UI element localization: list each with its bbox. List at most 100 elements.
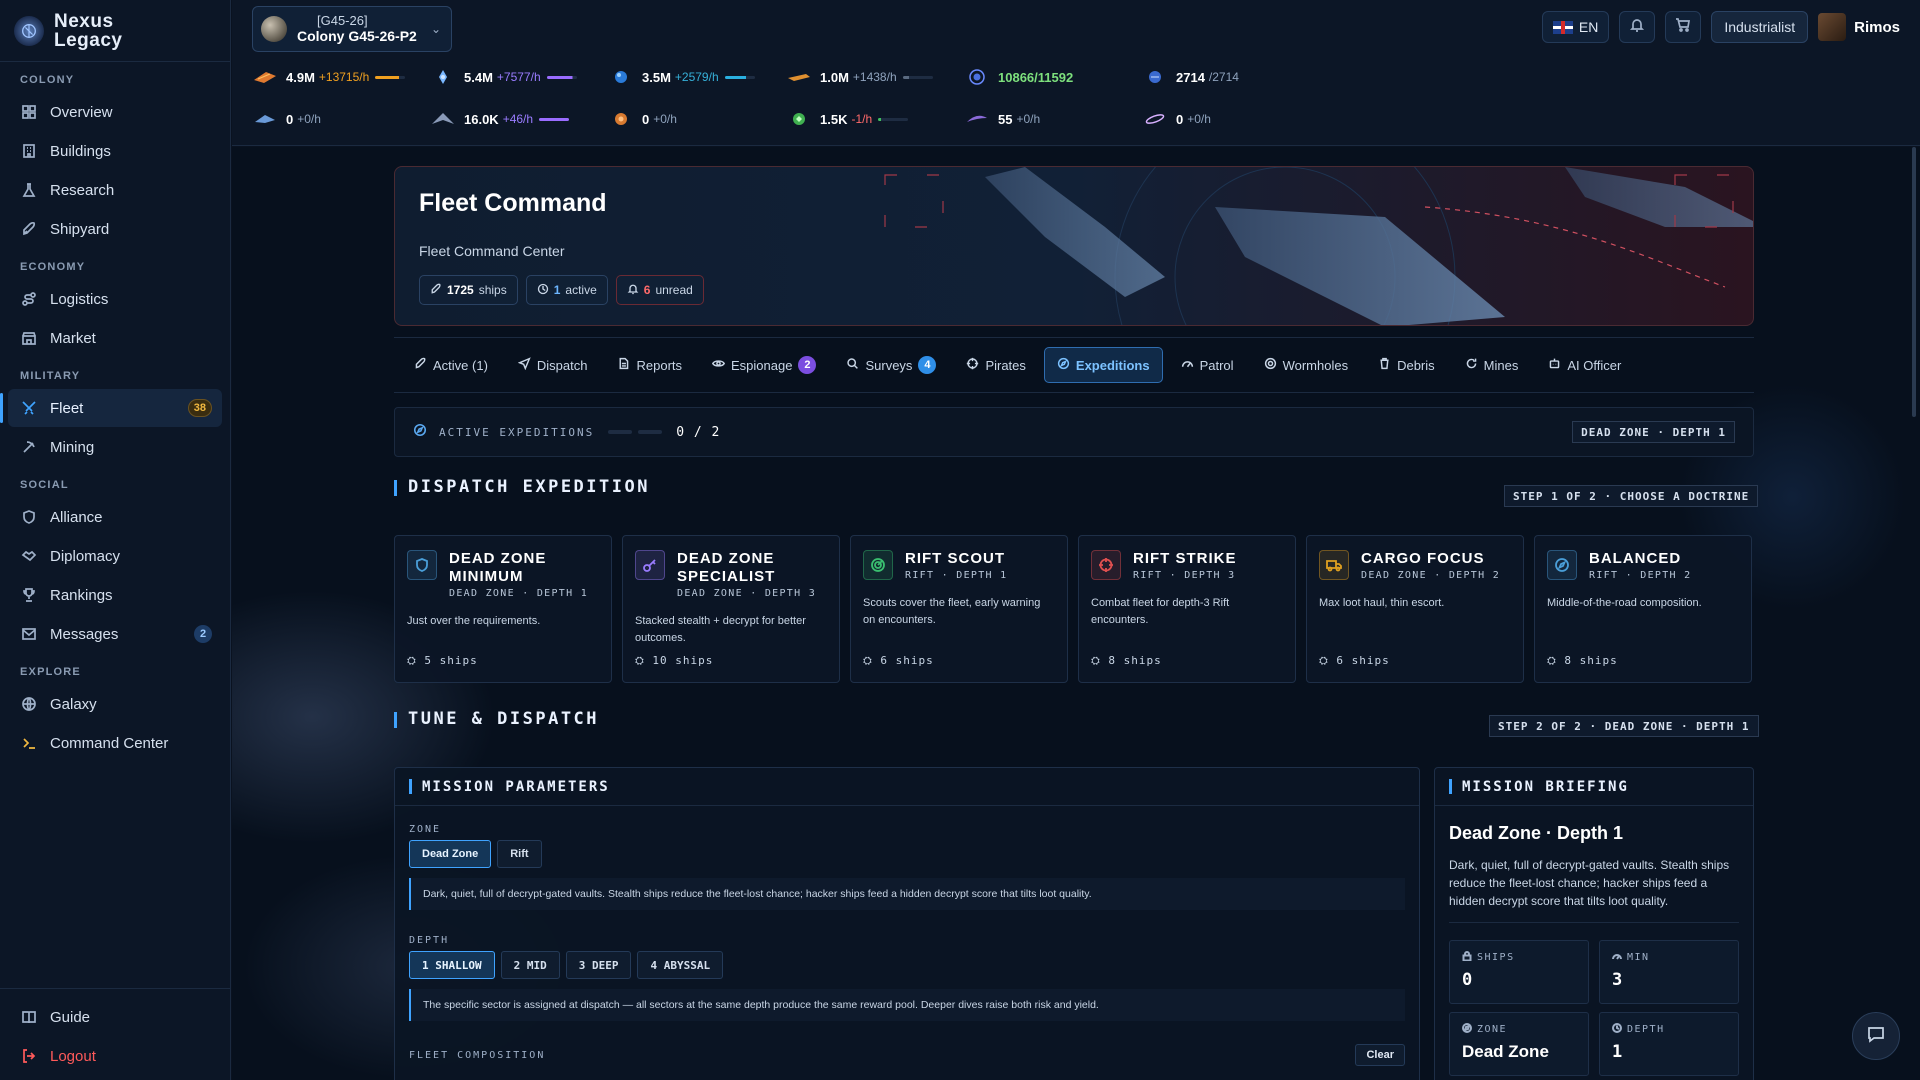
doctrine-card[interactable]: DEAD ZONE MINIMUM DEAD ZONE · DEPTH 1 Just… [394, 535, 612, 683]
sidebar-item-market[interactable]: Market [8, 319, 222, 357]
doctrine-card[interactable]: BALANCED RIFT · DEPTH 2 Middle-of-the-road… [1534, 535, 1752, 683]
tab-patrol[interactable]: Patrol [1169, 347, 1246, 383]
nav-section-social: SOCIAL [20, 479, 69, 491]
notifications-button[interactable] [1619, 11, 1656, 43]
sidebar-item-buildings[interactable]: Buildings [8, 132, 222, 170]
resource-metal: 4.9M +13715/h [252, 68, 430, 86]
briefing-description: Dark, quiet, full of decrypt-gated vault… [1449, 856, 1739, 923]
dark-matter-icon [964, 110, 990, 128]
doctrine-card[interactable]: RIFT STRIKE RIFT · DEPTH 3 Combat fleet fo… [1078, 535, 1296, 683]
clear-button[interactable]: Clear [1355, 1044, 1405, 1066]
tab-ai-officer[interactable]: AI Officer [1536, 347, 1633, 383]
sidebar-item-galaxy[interactable]: Galaxy [8, 685, 222, 723]
relic-icon [1142, 110, 1168, 128]
zone-option-rift[interactable]: Rift [497, 840, 542, 868]
topbar-actions: EN Industrialist Rimos [1541, 11, 1900, 43]
tab-debris[interactable]: Debris [1366, 347, 1447, 383]
terminal-icon [20, 734, 38, 752]
resource-fighter: 16.0K +46/h [430, 110, 608, 128]
sidebar-item-overview[interactable]: Overview [8, 93, 222, 131]
sidebar-item-guide[interactable]: Guide [8, 998, 222, 1036]
doctrine-ships: ⛭ 8 ships [1547, 654, 1618, 667]
resource-relic: 0 +0/h [1142, 110, 1320, 128]
sidebar-item-mining[interactable]: Mining [8, 428, 222, 466]
clock-icon [1612, 1023, 1622, 1036]
language-selector[interactable]: EN [1541, 11, 1610, 43]
sidebar-item-shipyard[interactable]: Shipyard [8, 210, 222, 248]
surveys-badge: 4 [918, 356, 937, 374]
route-icon [20, 290, 38, 308]
sidebar-item-logistics[interactable]: Logistics [8, 280, 222, 318]
resource-rate: -1/h [851, 112, 873, 126]
depth-option-2[interactable]: 2 MID [500, 951, 560, 979]
dispatch-expedition-title: DISPATCH EXPEDITION [394, 477, 650, 497]
sidebar-item-messages[interactable]: Messages 2 [8, 615, 222, 653]
sidebar-item-label: Research [50, 181, 115, 199]
tab-active[interactable]: Active (1) [402, 347, 500, 383]
tab-expeditions[interactable]: Expeditions [1043, 347, 1163, 383]
sidebar-item-fleet[interactable]: Fleet 38 [0, 389, 222, 427]
resource-rate: +0/h [653, 112, 677, 126]
tab-surveys[interactable]: Surveys 4 [834, 347, 948, 383]
sidebar-item-logout[interactable]: Logout [8, 1037, 222, 1075]
colony-selector[interactable]: [G45-26] Colony G45-26-P2 ⌄ [252, 6, 452, 52]
scrollbar[interactable] [1912, 147, 1916, 417]
tab-pirates[interactable]: Pirates [954, 347, 1037, 383]
doctrine-card[interactable]: CARGO FOCUS DEAD ZONE · DEPTH 2 Max loot h… [1306, 535, 1524, 683]
resource-amount: 3.5M [642, 69, 671, 85]
sidebar-item-label: Guide [50, 1008, 91, 1026]
tab-wormholes[interactable]: Wormholes [1252, 347, 1361, 383]
tab-espionage[interactable]: Espionage 2 [700, 347, 828, 383]
sidebar-item-label: Alliance [50, 508, 103, 526]
sidebar-item-diplomacy[interactable]: Diplomacy [8, 537, 222, 575]
zone-option-dead-zone[interactable]: Dead Zone [409, 840, 492, 868]
sidebar: Nexus Legacy COLONY Overview Buildings R… [0, 0, 231, 1080]
cart-button[interactable] [1665, 11, 1702, 43]
resource-amount: 2714 [1176, 69, 1205, 85]
app-logo[interactable]: Nexus Legacy [0, 0, 230, 62]
role-button[interactable]: Industrialist [1711, 11, 1809, 43]
sidebar-item-command-center[interactable]: Command Center [8, 724, 222, 762]
user-menu[interactable]: Rimos [1818, 13, 1900, 41]
eye-icon [712, 357, 726, 373]
tab-mines[interactable]: Mines [1453, 347, 1531, 383]
resource-amount: 55 [998, 111, 1013, 127]
mission-briefing-panel: MISSION BRIEFING Dead Zone · Depth 1 Dar… [1434, 767, 1754, 1080]
resource-amount: 0 [1176, 111, 1184, 127]
depth-option-1[interactable]: 1 SHALLOW [409, 951, 495, 979]
resource-rate: +13715/h [318, 70, 370, 84]
tab-dispatch[interactable]: Dispatch [506, 347, 600, 383]
chat-button[interactable] [1852, 1012, 1900, 1060]
deuterium-icon [608, 68, 634, 86]
active-pill: 1 active [525, 275, 608, 305]
colony-code: [G45-26] [317, 13, 368, 28]
sidebar-item-alliance[interactable]: Alliance [8, 498, 222, 536]
gauge-icon [1181, 357, 1194, 373]
fleet-composition-label: FLEET COMPOSITION [409, 1050, 546, 1061]
sidebar-item-rankings[interactable]: Rankings [8, 576, 222, 614]
nav-section-economy: ECONOMY [20, 261, 86, 273]
doctrine-card[interactable]: DEAD ZONE SPECIALIST DEAD ZONE · DEPTH 3 S… [622, 535, 840, 683]
depth-option-4[interactable]: 4 ABYSSAL [637, 951, 724, 979]
stat-zone: ZONE Dead Zone [1449, 1012, 1589, 1076]
sidebar-item-research[interactable]: Research [8, 171, 222, 209]
doctrine-description: Stacked stealth + decrypt for better out… [635, 615, 806, 644]
tab-reports[interactable]: Reports [605, 347, 694, 383]
stat-min: MIN 3 [1599, 940, 1739, 1004]
resource-freighter: 0 +0/h [252, 110, 430, 128]
page-subtitle: Fleet Command Center [419, 243, 565, 259]
doctrine-card[interactable]: RIFT SCOUT RIFT · DEPTH 1 Scouts cover the… [850, 535, 1068, 683]
resource-storage-bar [539, 117, 570, 121]
unread-pill[interactable]: 6 unread [615, 275, 704, 305]
resource-amount: 0 [286, 111, 294, 127]
robot-icon [1548, 357, 1561, 373]
doctrine-description: Combat fleet for depth-3 Rift encounters… [1091, 597, 1230, 626]
doctrine-name: CARGO FOCUS [1361, 550, 1485, 567]
sidebar-item-label: Galaxy [50, 695, 97, 713]
espionage-badge: 2 [798, 356, 817, 374]
tab-label: AI Officer [1567, 357, 1622, 373]
avatar [1818, 13, 1847, 41]
tab-label: Expeditions [1075, 357, 1150, 373]
depth-option-3[interactable]: 3 DEEP [565, 951, 632, 979]
logout-icon [20, 1047, 38, 1065]
